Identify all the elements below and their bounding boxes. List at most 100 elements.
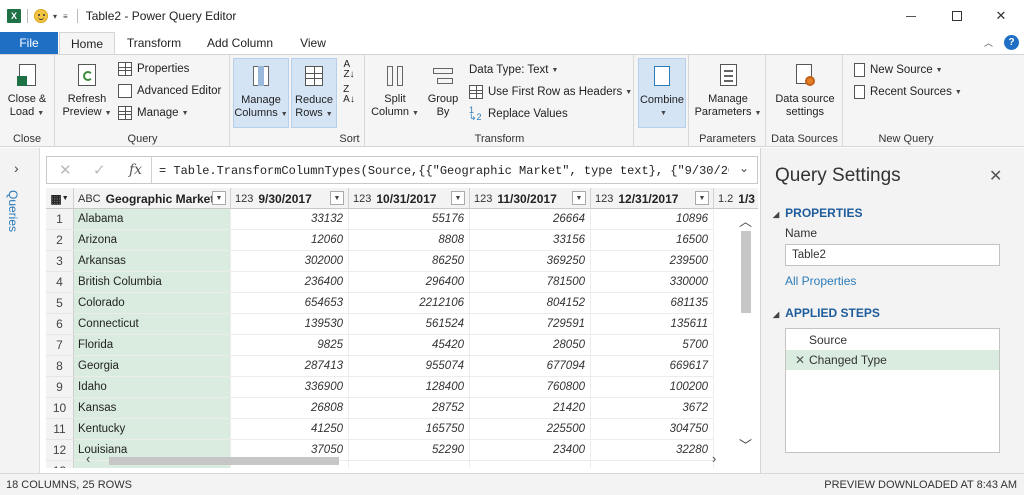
cell-value[interactable]: 287413 (231, 356, 349, 377)
cell-market[interactable]: Kansas (74, 398, 231, 419)
table-menu-icon[interactable]: ▦ ▼ (46, 188, 74, 209)
scroll-up-icon[interactable]: ︿ (739, 211, 752, 230)
cell-value[interactable]: 86250 (349, 251, 470, 272)
cell-market[interactable]: Florida (74, 335, 231, 356)
tab-view[interactable]: View (293, 32, 333, 54)
row-number[interactable]: 11 (46, 419, 74, 440)
properties-section-header[interactable]: ◢ PROPERTIES (773, 206, 863, 220)
manage-query-button[interactable]: Manage ▼ (118, 104, 189, 122)
horizontal-scroll-thumb[interactable] (109, 457, 339, 465)
cell-value[interactable]: 55176 (349, 209, 470, 230)
close-and-load-button[interactable]: Close & Load ▼ (3, 58, 51, 128)
cell-value[interactable]: 654653 (231, 293, 349, 314)
cell-value[interactable]: 239500 (591, 251, 714, 272)
text-type-icon[interactable]: ABC (78, 193, 101, 205)
cell-value[interactable]: 2212106 (349, 293, 470, 314)
row-number[interactable]: 2 (46, 230, 74, 251)
cell-value[interactable]: 21420 (470, 398, 591, 419)
cell-value[interactable]: 12060 (231, 230, 349, 251)
cell-value[interactable]: 225500 (470, 419, 591, 440)
column-header-10-31-2017[interactable]: 123 10/31/2017 ▼ (349, 188, 470, 209)
row-number[interactable]: 3 (46, 251, 74, 272)
column-header-geographic-market[interactable]: ABC Geographic Market ▼ (74, 188, 231, 209)
data-source-settings-button[interactable]: Data source settings (771, 58, 839, 128)
vertical-scroll-thumb[interactable] (741, 231, 751, 313)
expand-formula-icon[interactable]: ⌄ (739, 161, 749, 175)
cell-value[interactable]: 28752 (349, 398, 470, 419)
cell-value[interactable]: 33132 (231, 209, 349, 230)
row-number[interactable]: 10 (46, 398, 74, 419)
minimize-button[interactable] (888, 0, 934, 32)
recent-sources-button[interactable]: Recent Sources ▼ (854, 83, 962, 101)
tab-add-column[interactable]: Add Column (200, 32, 280, 54)
properties-button[interactable]: Properties (118, 60, 189, 78)
cell-value[interactable]: 336900 (231, 377, 349, 398)
cell-value[interactable]: 760800 (470, 377, 591, 398)
cell-value[interactable]: 16500 (591, 230, 714, 251)
cell-market[interactable]: Arkansas (74, 251, 231, 272)
excel-app-icon[interactable]: X (7, 9, 21, 23)
commit-formula-icon[interactable]: ✓ (93, 161, 106, 179)
scroll-right-icon[interactable]: › (712, 451, 716, 466)
row-number[interactable]: 5 (46, 293, 74, 314)
reduce-rows-button[interactable]: Reduce Rows ▼ (291, 58, 337, 128)
cell-value[interactable]: 681135 (591, 293, 714, 314)
fx-icon[interactable]: fx (129, 162, 142, 178)
manage-parameters-button[interactable]: Manage Parameters ▼ (694, 58, 762, 128)
cell-market[interactable]: Alabama (74, 209, 231, 230)
all-properties-link[interactable]: All Properties (785, 274, 856, 288)
column-header-9-30-2017[interactable]: 123 9/30/2017 ▼ (231, 188, 349, 209)
advanced-editor-button[interactable]: Advanced Editor (118, 82, 221, 100)
combine-button[interactable]: Combine ▼ (638, 58, 686, 128)
cell-value[interactable]: 561524 (349, 314, 470, 335)
cell-value[interactable]: 26664 (470, 209, 591, 230)
cell-market[interactable]: Arizona (74, 230, 231, 251)
cell-value[interactable]: 955074 (349, 356, 470, 377)
cell-market[interactable]: Connecticut (74, 314, 231, 335)
quick-access-customize-icon[interactable]: ≡ (63, 12, 68, 21)
row-number[interactable]: 13 (46, 461, 74, 468)
tab-home[interactable]: Home (59, 32, 115, 55)
number-type-icon[interactable]: 123 (474, 193, 492, 205)
sort-descending-icon[interactable]: Z A↓ (341, 85, 357, 105)
data-type-dropdown[interactable]: Data Type: Text ▼ (469, 61, 558, 79)
manage-columns-button[interactable]: Manage Columns ▼ (233, 58, 289, 128)
column-filter-icon[interactable]: ▼ (212, 191, 226, 205)
cell-value[interactable]: 781500 (470, 272, 591, 293)
cell-value[interactable]: 669617 (591, 356, 714, 377)
step-source[interactable]: Source (786, 330, 999, 350)
chevron-down-icon[interactable]: ▾ (53, 12, 57, 21)
column-filter-icon[interactable]: ▼ (695, 191, 709, 205)
cell-value[interactable]: 28050 (470, 335, 591, 356)
cell-value[interactable]: 3672 (591, 398, 714, 419)
cell-value[interactable]: 10896 (591, 209, 714, 230)
cancel-formula-icon[interactable]: ✕ (59, 161, 72, 179)
query-name-input[interactable]: Table2 (785, 244, 1000, 266)
cell-value[interactable]: 302000 (231, 251, 349, 272)
cell-market[interactable]: Kentucky (74, 419, 231, 440)
formula-input[interactable]: = Table.TransformColumnTypes(Source,{{"G… (159, 164, 729, 178)
number-type-icon[interactable]: 123 (595, 193, 613, 205)
cell-market[interactable]: Idaho (74, 377, 231, 398)
cell-value[interactable]: 9825 (231, 335, 349, 356)
cell-value[interactable]: 33156 (470, 230, 591, 251)
refresh-preview-button[interactable]: Refresh Preview ▼ (60, 58, 114, 128)
feedback-smiley-icon[interactable] (34, 9, 48, 23)
replace-values-button[interactable]: 1 ↳2 Replace Values (469, 105, 568, 123)
sort-ascending-icon[interactable]: A Z↓ (341, 60, 357, 80)
vertical-scrollbar[interactable]: ︿ ﹀ (736, 209, 756, 454)
cell-value[interactable]: 165750 (349, 419, 470, 440)
cell-market[interactable]: British Columbia (74, 272, 231, 293)
use-first-row-headers-button[interactable]: Use First Row as Headers ▼ (469, 83, 632, 101)
new-source-button[interactable]: New Source ▼ (854, 61, 943, 79)
close-window-button[interactable]: ✕ (978, 0, 1024, 32)
cell-value[interactable]: 41250 (231, 419, 349, 440)
cell-market[interactable]: Colorado (74, 293, 231, 314)
group-by-button[interactable]: Group By (422, 58, 464, 128)
cell-value[interactable]: 804152 (470, 293, 591, 314)
cell-value[interactable]: 45420 (349, 335, 470, 356)
cell-value[interactable]: 5700 (591, 335, 714, 356)
row-number[interactable]: 6 (46, 314, 74, 335)
delete-step-icon[interactable]: ✕ (795, 350, 805, 370)
column-filter-icon[interactable]: ▼ (330, 191, 344, 205)
